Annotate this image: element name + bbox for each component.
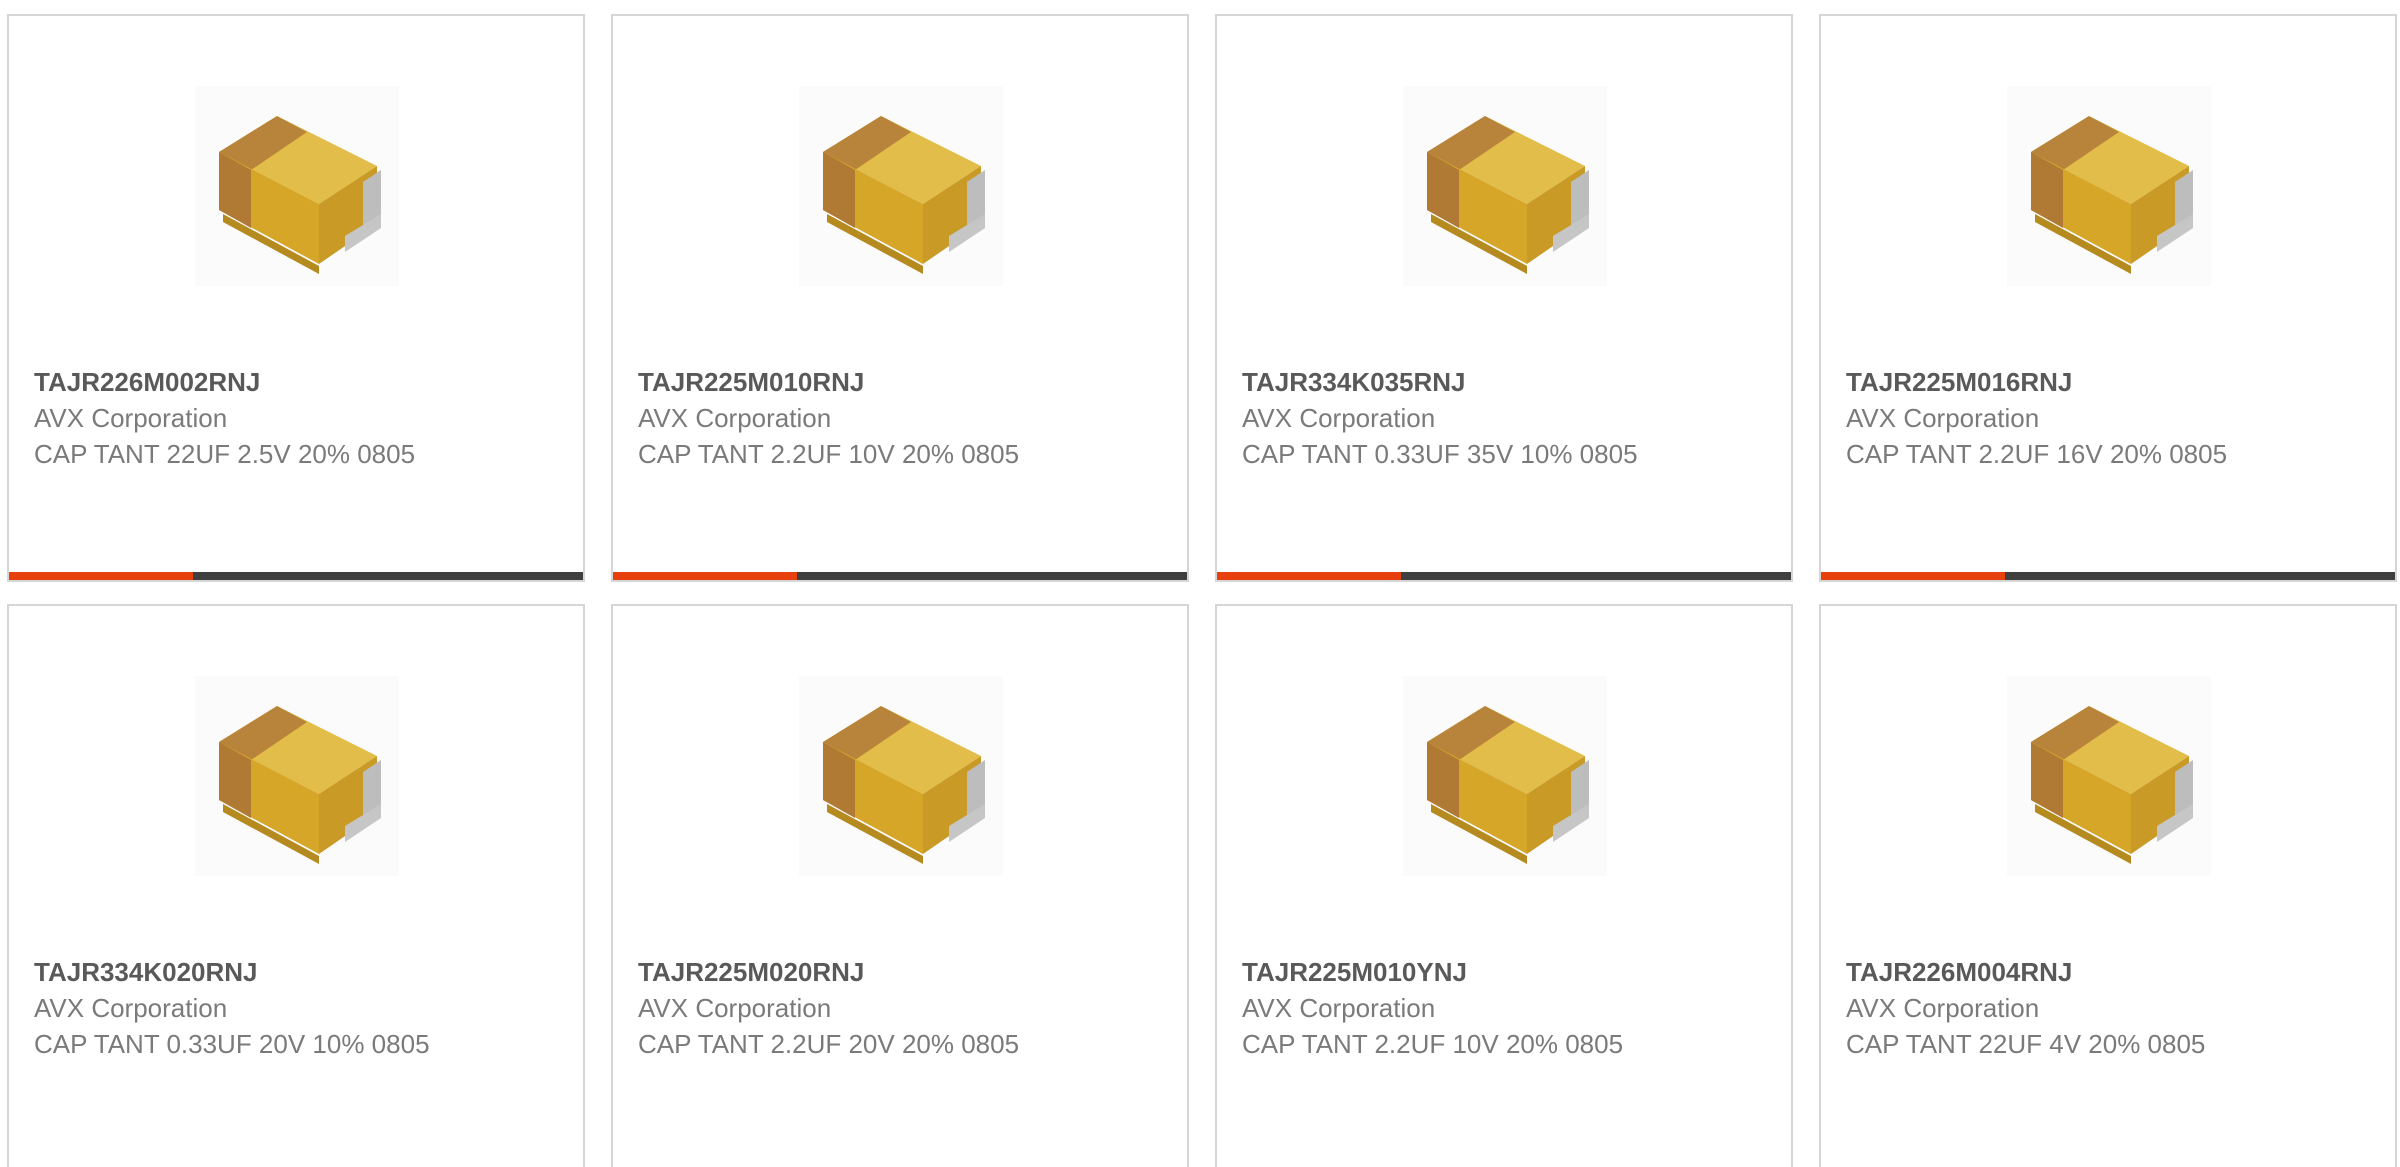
manufacturer: AVX Corporation (1242, 403, 1436, 433)
product-description: CAP TANT 0.33UF 20V 10% 0805 (34, 1029, 430, 1059)
product-description: CAP TANT 2.2UF 16V 20% 0805 (1846, 439, 2228, 469)
product-image[interactable] (2007, 86, 2211, 286)
manufacturer: AVX Corporation (34, 993, 228, 1023)
product-description: CAP TANT 22UF 2.5V 20% 0805 (34, 439, 416, 469)
tantalum-capacitor-icon (2031, 706, 2193, 864)
product-grid: TAJR226M002RNJ AVX Corporation CAP TANT … (0, 0, 2400, 1167)
manufacturer: AVX Corporation (1846, 993, 2040, 1023)
part-number[interactable]: TAJR334K035RNJ (1242, 364, 1662, 400)
product-info: TAJR225M016RNJ AVX Corporation CAP TANT … (1846, 364, 2266, 472)
product-image[interactable] (799, 86, 1003, 286)
tantalum-capacitor-icon (2031, 116, 2193, 274)
product-image[interactable] (195, 676, 399, 876)
card-progress-bar (9, 572, 583, 580)
part-number[interactable]: TAJR225M010YNJ (1242, 954, 1662, 990)
progress-fill (1217, 572, 1401, 580)
product-description: CAP TANT 2.2UF 20V 20% 0805 (638, 1029, 1020, 1059)
product-image[interactable] (1403, 86, 1607, 286)
progress-fill (1821, 572, 2005, 580)
product-image[interactable] (1403, 676, 1607, 876)
tantalum-capacitor-icon (219, 116, 381, 274)
part-number[interactable]: TAJR225M010RNJ (638, 364, 1058, 400)
part-number[interactable]: TAJR225M020RNJ (638, 954, 1058, 990)
product-card[interactable]: TAJR226M004RNJ AVX Corporation CAP TANT … (1819, 604, 2397, 1167)
part-number[interactable]: TAJR225M016RNJ (1846, 364, 2266, 400)
tantalum-capacitor-icon (219, 706, 381, 864)
product-image[interactable] (195, 86, 399, 286)
product-card[interactable]: TAJR225M020RNJ AVX Corporation CAP TANT … (611, 604, 1189, 1167)
manufacturer: AVX Corporation (1846, 403, 2040, 433)
product-card[interactable]: TAJR225M016RNJ AVX Corporation CAP TANT … (1819, 14, 2397, 582)
product-description: CAP TANT 2.2UF 10V 20% 0805 (1242, 1029, 1624, 1059)
manufacturer: AVX Corporation (34, 403, 228, 433)
product-info: TAJR334K035RNJ AVX Corporation CAP TANT … (1242, 364, 1662, 472)
product-image[interactable] (799, 676, 1003, 876)
manufacturer: AVX Corporation (638, 993, 832, 1023)
tantalum-capacitor-icon (823, 116, 985, 274)
product-info: TAJR225M020RNJ AVX Corporation CAP TANT … (638, 954, 1058, 1062)
progress-fill (9, 572, 193, 580)
product-image[interactable] (2007, 676, 2211, 876)
product-info: TAJR226M004RNJ AVX Corporation CAP TANT … (1846, 954, 2266, 1062)
product-info: TAJR225M010YNJ AVX Corporation CAP TANT … (1242, 954, 1662, 1062)
card-progress-bar (1217, 572, 1791, 580)
product-card[interactable]: TAJR334K020RNJ AVX Corporation CAP TANT … (7, 604, 585, 1167)
product-card[interactable]: TAJR334K035RNJ AVX Corporation CAP TANT … (1215, 14, 1793, 582)
product-info: TAJR334K020RNJ AVX Corporation CAP TANT … (34, 954, 454, 1062)
product-info: TAJR225M010RNJ AVX Corporation CAP TANT … (638, 364, 1058, 472)
part-number[interactable]: TAJR226M004RNJ (1846, 954, 2266, 990)
manufacturer: AVX Corporation (638, 403, 832, 433)
manufacturer: AVX Corporation (1242, 993, 1436, 1023)
card-progress-bar (613, 572, 1187, 580)
tantalum-capacitor-icon (823, 706, 985, 864)
tantalum-capacitor-icon (1427, 706, 1589, 864)
product-description: CAP TANT 22UF 4V 20% 0805 (1846, 1029, 2206, 1059)
part-number[interactable]: TAJR226M002RNJ (34, 364, 454, 400)
product-description: CAP TANT 2.2UF 10V 20% 0805 (638, 439, 1020, 469)
product-card[interactable]: TAJR225M010YNJ AVX Corporation CAP TANT … (1215, 604, 1793, 1167)
product-description: CAP TANT 0.33UF 35V 10% 0805 (1242, 439, 1638, 469)
card-progress-bar (1821, 572, 2395, 580)
product-card[interactable]: TAJR226M002RNJ AVX Corporation CAP TANT … (7, 14, 585, 582)
product-card[interactable]: TAJR225M010RNJ AVX Corporation CAP TANT … (611, 14, 1189, 582)
product-info: TAJR226M002RNJ AVX Corporation CAP TANT … (34, 364, 454, 472)
part-number[interactable]: TAJR334K020RNJ (34, 954, 454, 990)
progress-fill (613, 572, 797, 580)
tantalum-capacitor-icon (1427, 116, 1589, 274)
